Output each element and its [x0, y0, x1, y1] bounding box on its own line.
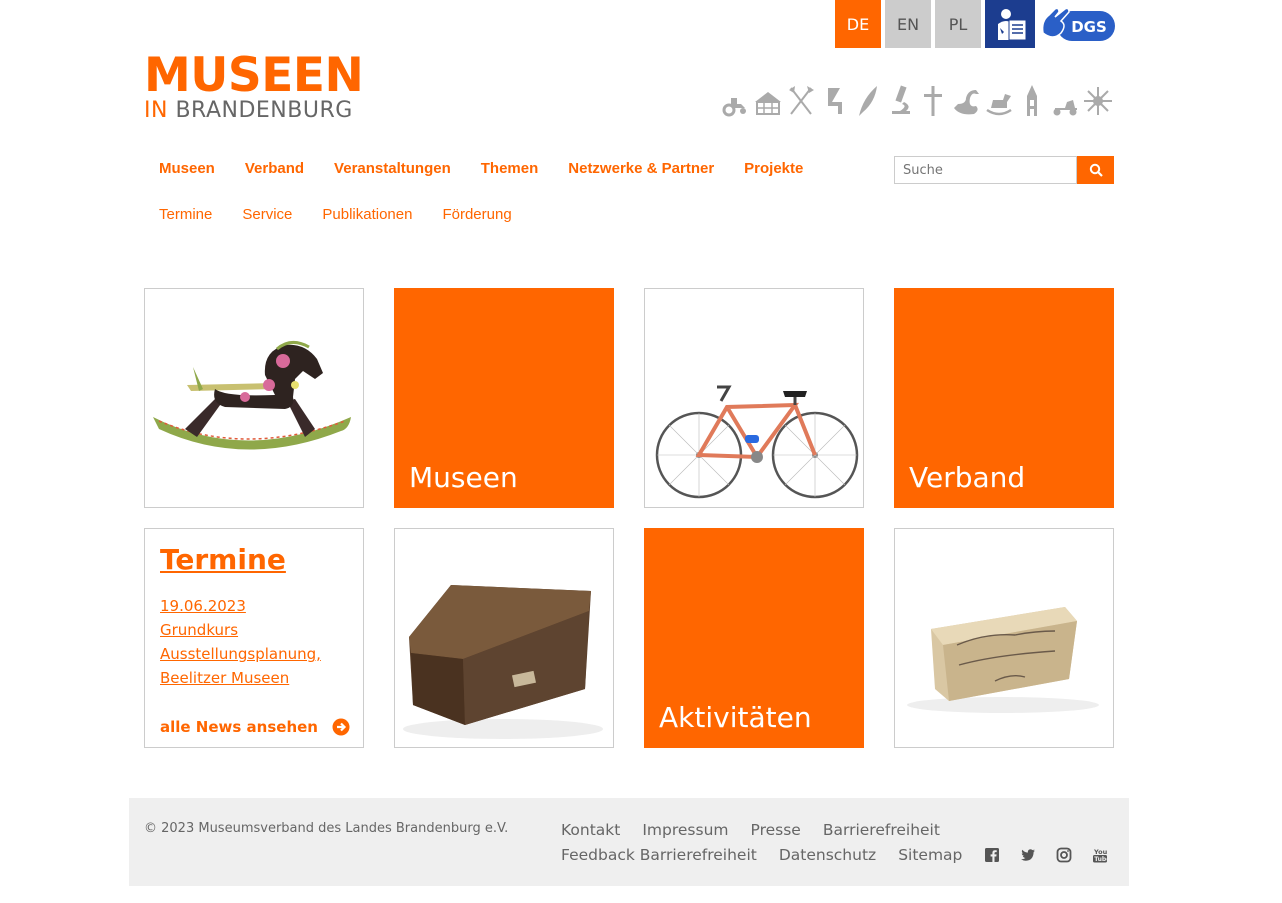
duck-icon[interactable] — [952, 84, 980, 118]
footer-links-row1: Kontakt Impressum Presse Barrierefreihei… — [561, 821, 962, 839]
logo-in: IN — [144, 98, 168, 123]
search-form — [894, 156, 1114, 184]
footer-presse-link[interactable]: Presse — [751, 821, 801, 839]
termine-entry-line3: Beelitzer Museen — [160, 669, 290, 687]
nav-projekte[interactable]: Projekte — [744, 160, 803, 177]
tile-museen[interactable]: Museen — [394, 288, 614, 508]
theme-icon-row — [721, 84, 1112, 118]
all-news-label: alle News ansehen — [160, 718, 318, 736]
leather-box-image — [403, 585, 603, 739]
footer-kontakt-link[interactable]: Kontakt — [561, 821, 620, 839]
tile-verband[interactable]: Verband — [894, 288, 1114, 508]
footer-sitemap-link[interactable]: Sitemap — [898, 846, 962, 864]
rocking-horse-icon[interactable] — [985, 84, 1013, 118]
all-news-link[interactable]: alle News ansehen — [160, 718, 350, 736]
lang-pl-button[interactable]: PL — [935, 0, 981, 48]
sign-language-icon: DGS — [1041, 7, 1115, 41]
tile-bicycle-image[interactable] — [644, 288, 864, 508]
social-links: YouTube — [984, 847, 1108, 863]
arrow-circle-right-icon — [332, 718, 350, 736]
footer-datenschutz-link[interactable]: Datenschutz — [779, 846, 876, 864]
termine-title-link[interactable]: Termine — [160, 543, 348, 576]
facebook-icon[interactable] — [984, 847, 1000, 863]
nav-museen[interactable]: Museen — [159, 160, 215, 177]
tile-box-image[interactable] — [394, 528, 614, 748]
chair-icon[interactable] — [820, 84, 848, 118]
tile-verband-label: Verband — [909, 461, 1026, 494]
footer-feedback-link[interactable]: Feedback Barrierefreiheit — [561, 846, 757, 864]
feather-icon[interactable] — [853, 84, 881, 118]
termine-entry-date: 19.06.2023 — [160, 597, 246, 615]
svg-text:You: You — [1093, 848, 1108, 856]
sun-icon[interactable] — [1084, 84, 1112, 118]
twitter-icon[interactable] — [1020, 847, 1036, 863]
nav-netzwerke-partner[interactable]: Netzwerke & Partner — [568, 160, 714, 177]
tile-aktivitaeten-label: Aktivitäten — [659, 701, 812, 734]
easy-language-button[interactable] — [985, 0, 1035, 48]
logo-line2: IN BRANDENBURG — [144, 98, 363, 124]
footer-barrierefreiheit-link[interactable]: Barrierefreiheit — [823, 821, 940, 839]
sign-language-button[interactable]: DGS — [1039, 0, 1117, 48]
termine-entry-link[interactable]: 19.06.2023 Grundkurs Ausstellungsplanung… — [160, 594, 348, 690]
bicycle-image — [655, 385, 859, 499]
tile-aktivitaeten[interactable]: Aktivitäten — [644, 528, 864, 748]
microscope-icon[interactable] — [886, 84, 914, 118]
svg-text:Tube: Tube — [1095, 856, 1109, 863]
tile-rocking-horse-image[interactable] — [144, 288, 364, 508]
nav-termine[interactable]: Termine — [159, 206, 212, 223]
youtube-icon[interactable]: YouTube — [1092, 847, 1108, 863]
brick-image — [907, 607, 1099, 713]
footer-links-row2: Feedback Barrierefreiheit Datenschutz Si… — [561, 846, 1108, 864]
termine-entry-line2: Ausstellungsplanung, — [160, 645, 321, 663]
lang-en-button[interactable]: EN — [885, 0, 931, 48]
farmhouse-icon[interactable] — [754, 84, 782, 118]
rocking-horse-image — [153, 341, 351, 450]
scooter-icon[interactable] — [1051, 84, 1079, 118]
termine-entry-line1: Grundkurs — [160, 621, 239, 639]
search-input[interactable] — [894, 156, 1077, 184]
easy-language-icon — [992, 6, 1028, 42]
lang-de-button[interactable]: DE — [835, 0, 881, 48]
nav-service[interactable]: Service — [242, 206, 292, 223]
church-icon[interactable] — [1018, 84, 1046, 118]
nav-veranstaltungen[interactable]: Veranstaltungen — [334, 160, 451, 177]
tools-icon[interactable] — [787, 84, 815, 118]
nav-publikationen[interactable]: Publikationen — [322, 206, 412, 223]
language-bar: DE EN PL DGS — [835, 0, 1117, 48]
site-footer: © 2023 Museumsverband des Landes Branden… — [129, 798, 1129, 886]
search-icon — [1089, 163, 1103, 177]
logo-brandenburg: BRANDENBURG — [175, 98, 353, 123]
nav-foerderung[interactable]: Förderung — [442, 206, 511, 223]
termine-box: Termine 19.06.2023 Grundkurs Ausstellung… — [144, 528, 364, 748]
site-logo[interactable]: MUSEEN IN BRANDENBURG — [144, 48, 364, 124]
instagram-icon[interactable] — [1056, 847, 1072, 863]
tile-museen-label: Museen — [409, 461, 518, 494]
nav-verband[interactable]: Verband — [245, 160, 304, 177]
nav-themen[interactable]: Themen — [481, 160, 539, 177]
cross-icon[interactable] — [919, 84, 947, 118]
main-navigation: Museen Verband Veranstaltungen Themen Ne… — [159, 160, 833, 177]
tractor-icon[interactable] — [721, 84, 749, 118]
footer-impressum-link[interactable]: Impressum — [642, 821, 728, 839]
tile-brick-image[interactable] — [894, 528, 1114, 748]
copyright-text: © 2023 Museumsverband des Landes Branden… — [144, 821, 509, 836]
search-button[interactable] — [1077, 156, 1114, 184]
sub-navigation: Termine Service Publikationen Förderung — [159, 206, 542, 223]
dgs-label: DGS — [1071, 18, 1107, 36]
logo-line1: MUSEEN — [144, 48, 364, 103]
